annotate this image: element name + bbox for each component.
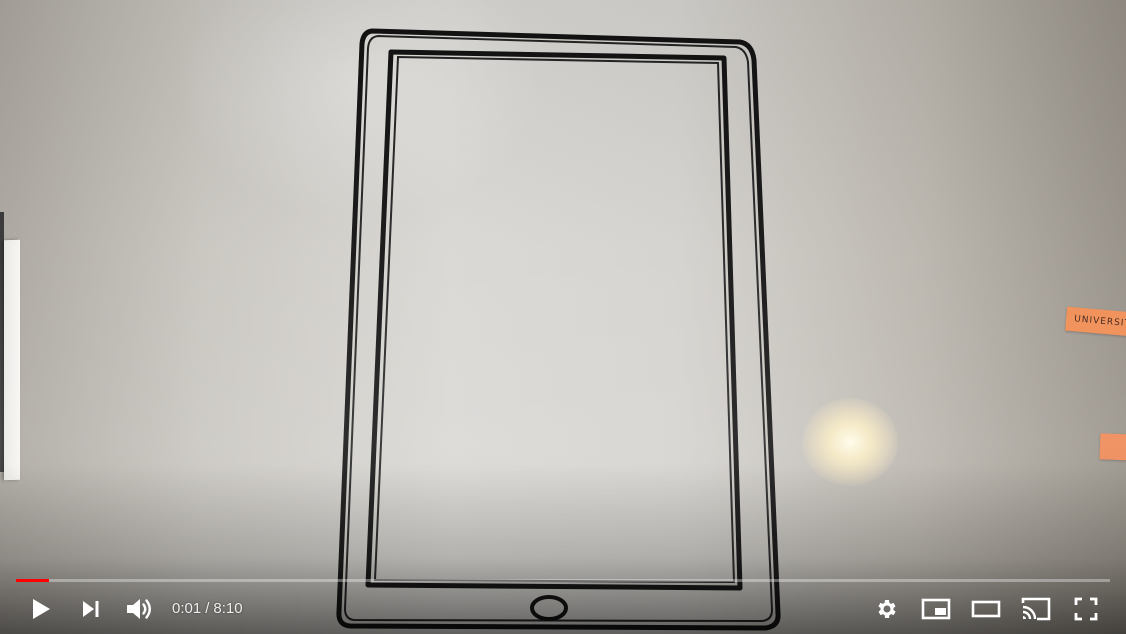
play-icon bbox=[33, 599, 50, 619]
progress-played bbox=[16, 579, 49, 582]
fullscreen-icon bbox=[1074, 597, 1098, 621]
fullscreen-button[interactable] bbox=[1066, 588, 1106, 630]
time-separator: / bbox=[205, 600, 210, 617]
theater-icon bbox=[971, 600, 1001, 618]
current-time: 0:01 bbox=[172, 600, 202, 617]
settings-button[interactable] bbox=[866, 588, 906, 630]
miniplayer-icon bbox=[921, 598, 951, 620]
sticky-note-partial bbox=[1099, 433, 1126, 461]
video-player[interactable]: UNIVERSIT 0:01/8:10 bbox=[0, 0, 1126, 634]
sticky-note: UNIVERSIT bbox=[1065, 306, 1126, 338]
volume-button[interactable] bbox=[120, 588, 160, 630]
theater-button[interactable] bbox=[964, 588, 1008, 630]
controls-bar: 0:01/8:10 bbox=[0, 588, 1126, 630]
paper-edge-shadow bbox=[0, 212, 4, 472]
cast-button[interactable] bbox=[1014, 588, 1058, 630]
time-display: 0:01/8:10 bbox=[172, 588, 243, 630]
duration: 8:10 bbox=[213, 600, 243, 617]
cast-icon bbox=[1021, 597, 1051, 621]
settings-icon bbox=[878, 600, 896, 618]
volume-icon bbox=[127, 599, 151, 619]
play-button[interactable] bbox=[22, 588, 60, 630]
miniplayer-button[interactable] bbox=[914, 588, 958, 630]
next-icon bbox=[83, 601, 99, 617]
progress-bar[interactable] bbox=[16, 579, 1110, 582]
next-button[interactable] bbox=[72, 588, 110, 630]
paper-strip bbox=[4, 239, 20, 481]
